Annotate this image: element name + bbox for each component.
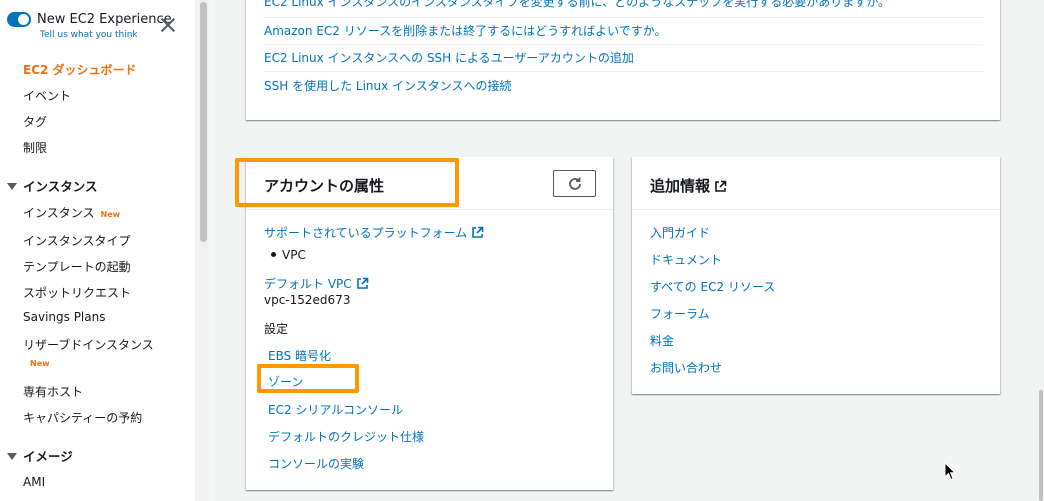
sidebar-item-spot-requests[interactable]: スポットリクエスト — [23, 284, 131, 301]
article-link[interactable]: EC2 Linux インスタンスへの SSH によるユーザーアカウントの追加 — [264, 49, 634, 66]
sidebar-item-reserved-instances[interactable]: リザーブドインスタンス — [23, 336, 154, 353]
all-ec2-resources-link[interactable]: すべての EC2 リソース — [650, 278, 775, 295]
new-badge: New — [100, 210, 121, 219]
ec2-serial-console-link[interactable]: EC2 シリアルコンソール — [268, 401, 403, 418]
caret-down-icon — [7, 183, 17, 190]
divider — [264, 71, 983, 72]
link-label: サポートされているプラットフォーム — [264, 226, 468, 240]
caret-down-icon — [7, 453, 17, 460]
section-label: インスタンス — [23, 179, 98, 194]
new-experience-title: New EC2 Experience — [37, 12, 172, 27]
sidebar-scrollbar[interactable] — [199, 0, 209, 501]
scrollbar-thumb[interactable] — [200, 2, 207, 242]
documentation-link[interactable]: ドキュメント — [650, 251, 722, 268]
settings-label: 設定 — [264, 322, 289, 336]
sidebar-item-label: インスタンス — [23, 206, 95, 220]
pricing-link[interactable]: 料金 — [650, 332, 674, 349]
external-link-icon — [715, 180, 727, 192]
getting-started-link[interactable]: 入門ガイド — [650, 224, 710, 241]
sidebar-section-images[interactable]: イメージ — [7, 446, 73, 465]
contact-us-link[interactable]: お問い合わせ — [650, 359, 722, 376]
panel-header: 追加情報 — [632, 157, 1000, 210]
divider — [264, 17, 983, 18]
feedback-link[interactable]: Tell us what you think — [40, 30, 138, 40]
zones-highlight-box — [257, 364, 359, 393]
sidebar-item-launch-templates[interactable]: テンプレートの起動 — [23, 258, 131, 275]
external-link-icon — [356, 277, 368, 289]
sidebar-item-ami[interactable]: AMI — [23, 475, 45, 489]
forums-link[interactable]: フォーラム — [650, 305, 710, 322]
divider — [264, 44, 983, 45]
new-badge: New — [30, 359, 50, 368]
article-link[interactable]: SSH を使用した Linux インスタンスへの接続 — [264, 77, 512, 94]
article-link[interactable]: EC2 Linux インスタンスのインスタンスタイプを変更する前に、どのようなス… — [264, 0, 890, 10]
external-link-icon — [472, 226, 484, 238]
ebs-encryption-link[interactable]: EBS 暗号化 — [268, 347, 331, 364]
supported-platforms-link[interactable]: サポートされているプラットフォーム — [264, 224, 484, 241]
default-credit-spec-link[interactable]: デフォルトのクレジット仕様 — [268, 428, 424, 445]
article-link[interactable]: Amazon EC2 リソースを削除または終了するにはどうすればよいですか。 — [264, 22, 667, 39]
list-bullet — [271, 252, 276, 257]
page-scrollbar[interactable] — [1039, 390, 1043, 501]
sidebar-item-dedicated-hosts[interactable]: 専有ホスト — [23, 383, 83, 400]
sidebar: New EC2 Experience Tell us what you thin… — [0, 0, 196, 501]
refresh-button[interactable] — [553, 170, 596, 197]
sidebar-item-events[interactable]: イベント — [23, 87, 71, 104]
new-experience-toggle[interactable] — [7, 12, 31, 27]
platform-item: VPC — [282, 248, 306, 262]
close-icon[interactable] — [160, 17, 176, 33]
related-articles-panel: EC2 Linux インスタンスのインスタンスタイプを変更する前に、どのようなス… — [246, 0, 1000, 120]
panel-title: 追加情報 — [650, 175, 727, 196]
mouse-cursor-icon — [944, 462, 956, 481]
console-experiments-link[interactable]: コンソールの実験 — [268, 455, 364, 472]
sidebar-item-capacity-reservations[interactable]: キャパシティーの予約 — [23, 409, 142, 426]
sidebar-item-instance-types[interactable]: インスタンスタイプ — [23, 232, 131, 249]
vpc-id: vpc-152ed673 — [264, 293, 351, 307]
sidebar-section-instances[interactable]: インスタンス — [7, 176, 98, 195]
sidebar-item-instances[interactable]: インスタンス New — [23, 204, 120, 221]
sidebar-item-limits[interactable]: 制限 — [23, 139, 47, 156]
refresh-icon — [569, 177, 581, 190]
additional-info-panel: 追加情報 入門ガイド ドキュメント すべての EC2 リソース フォーラム 料金… — [632, 157, 1000, 394]
link-label: デフォルト VPC — [264, 277, 352, 291]
title-highlight-box — [235, 158, 459, 207]
sidebar-item-savings-plans[interactable]: Savings Plans — [23, 310, 105, 324]
panel-title-label: 追加情報 — [650, 177, 711, 195]
sidebar-item-tags[interactable]: タグ — [23, 113, 47, 130]
section-label: イメージ — [23, 449, 73, 464]
sidebar-item-ec2-dashboard[interactable]: EC2 ダッシュボード — [23, 61, 137, 78]
default-vpc-link[interactable]: デフォルト VPC — [264, 275, 369, 292]
